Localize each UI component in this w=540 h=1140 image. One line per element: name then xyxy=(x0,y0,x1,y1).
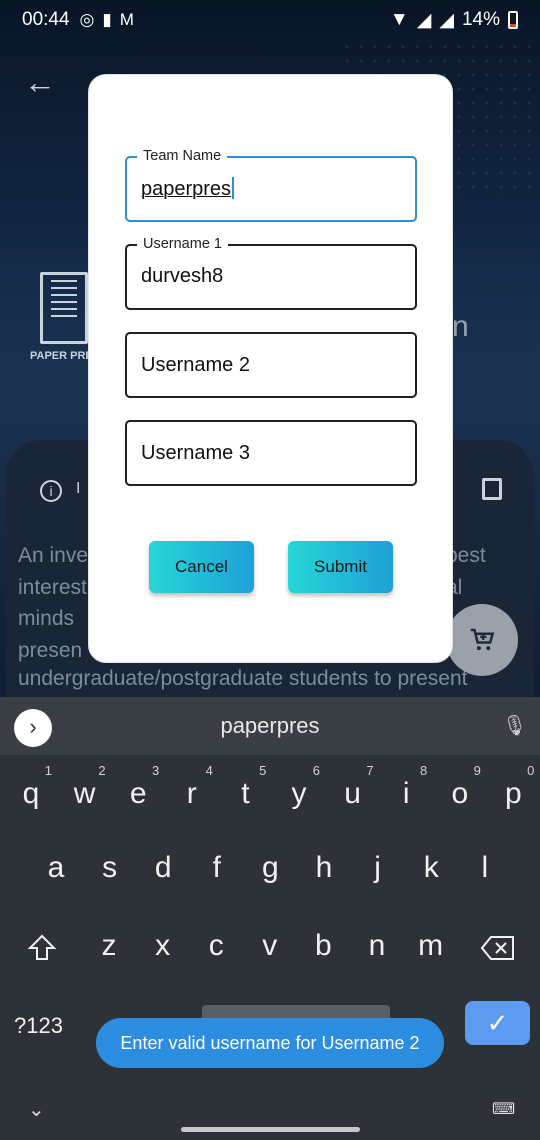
key-h[interactable]: h xyxy=(297,851,351,885)
error-toast: Enter valid username for Username 2 xyxy=(96,1018,444,1068)
key-i[interactable]: 8i xyxy=(379,763,433,811)
chevron-down-icon[interactable]: ⌄ xyxy=(28,1097,45,1122)
battery-icon xyxy=(508,11,518,29)
suggestion-strip: › paperpres 🎙 xyxy=(0,697,540,755)
username-3-field[interactable]: Username 3 xyxy=(125,420,417,486)
key-a[interactable]: a xyxy=(29,851,83,885)
key-p[interactable]: 0p xyxy=(486,763,540,811)
key-d[interactable]: d xyxy=(136,851,190,885)
keyboard-switch-icon[interactable]: ⌨ xyxy=(492,1099,515,1119)
key-x[interactable]: x xyxy=(136,929,190,963)
key-hint: 4 xyxy=(205,763,213,778)
key-hint: 7 xyxy=(366,763,374,778)
calendar-icon[interactable] xyxy=(482,478,502,500)
gmail-icon: M xyxy=(119,10,134,29)
key-hint: 3 xyxy=(151,763,160,778)
key-c[interactable]: c xyxy=(189,929,243,963)
background-title-fragment: n xyxy=(452,310,469,343)
signal-icon: ◢ xyxy=(416,9,432,31)
key-z[interactable]: z xyxy=(82,929,136,963)
key-o[interactable]: 9o xyxy=(433,763,487,811)
whatsapp-icon: ◎ xyxy=(79,10,95,29)
document-icon xyxy=(40,272,88,344)
team-name-label: Team Name xyxy=(137,148,228,164)
key-t[interactable]: 5t xyxy=(218,763,272,811)
backspace-icon[interactable] xyxy=(480,933,516,963)
username-2-field[interactable]: Username 2 xyxy=(125,332,417,398)
username-1-field[interactable]: Username 1 durvesh8 xyxy=(125,236,417,310)
key-s[interactable]: s xyxy=(83,851,137,885)
key-m[interactable]: m xyxy=(404,929,458,963)
key-u[interactable]: 7u xyxy=(326,763,380,811)
cart-icon xyxy=(470,628,495,651)
wifi-icon: ▼ xyxy=(389,9,409,30)
team-name-field[interactable]: Team Name paperpres xyxy=(125,148,417,222)
key-j[interactable]: j xyxy=(351,851,405,885)
username-3-input[interactable]: Username 3 xyxy=(141,442,250,465)
key-hint: 5 xyxy=(259,763,267,778)
username-1-label: Username 1 xyxy=(137,236,228,252)
battery-saver-icon: ▮ xyxy=(102,10,112,29)
cancel-button[interactable]: Cancel xyxy=(149,541,254,593)
logo-text: PAPER PRE xyxy=(30,350,93,362)
key-e[interactable]: 3e xyxy=(111,763,165,811)
signal-icon-2: ◢ xyxy=(439,9,454,31)
key-hint: 8 xyxy=(419,763,428,778)
key-r[interactable]: 4r xyxy=(165,763,219,811)
team-name-input[interactable]: paperpres xyxy=(141,177,235,201)
status-time: 00:44 xyxy=(22,9,70,30)
info-icon[interactable]: i xyxy=(40,480,62,502)
key-y[interactable]: 6y xyxy=(272,763,326,811)
key-f[interactable]: f xyxy=(190,851,244,885)
key-n[interactable]: n xyxy=(350,929,404,963)
symbols-key[interactable]: ?123 xyxy=(14,1013,63,1039)
key-hint: 1 xyxy=(44,763,52,778)
cart-button[interactable] xyxy=(446,604,518,676)
submit-button[interactable]: Submit xyxy=(288,541,393,593)
key-g[interactable]: g xyxy=(243,851,297,885)
status-bar: 00:44 ◎ ▮ M ▼ ◢ ◢ 14% xyxy=(0,0,540,40)
suggestion-word[interactable]: paperpres xyxy=(0,713,540,739)
key-l[interactable]: l xyxy=(458,851,512,885)
key-v[interactable]: v xyxy=(243,929,297,963)
enter-key[interactable]: ✓ xyxy=(465,1001,530,1045)
key-b[interactable]: b xyxy=(296,929,350,963)
key-k[interactable]: k xyxy=(404,851,458,885)
username-1-input[interactable]: durvesh8 xyxy=(141,265,223,288)
shift-icon[interactable] xyxy=(27,933,57,963)
info-tab-label[interactable]: I xyxy=(76,480,80,498)
back-arrow-icon[interactable]: ← xyxy=(24,64,56,101)
home-indicator[interactable] xyxy=(181,1127,360,1132)
soft-keyboard: › paperpres 🎙 1q2w3e4r5t6y7u8i9o0p asdfg… xyxy=(0,697,540,1140)
key-hint: 0 xyxy=(527,763,535,778)
mic-off-icon[interactable]: 🎙 xyxy=(502,713,527,738)
key-hint: 2 xyxy=(98,763,106,778)
about-line: undergraduate/postgraduate students to p… xyxy=(18,667,468,690)
key-w[interactable]: 2w xyxy=(58,763,112,811)
battery-percent: 14% xyxy=(461,9,500,30)
key-hint: 6 xyxy=(312,763,320,778)
key-hint: 9 xyxy=(473,763,481,778)
key-q[interactable]: 1q xyxy=(4,763,58,811)
username-2-input[interactable]: Username 2 xyxy=(141,354,250,377)
team-registration-dialog: Team Name paperpres Username 1 durvesh8 … xyxy=(88,74,453,663)
